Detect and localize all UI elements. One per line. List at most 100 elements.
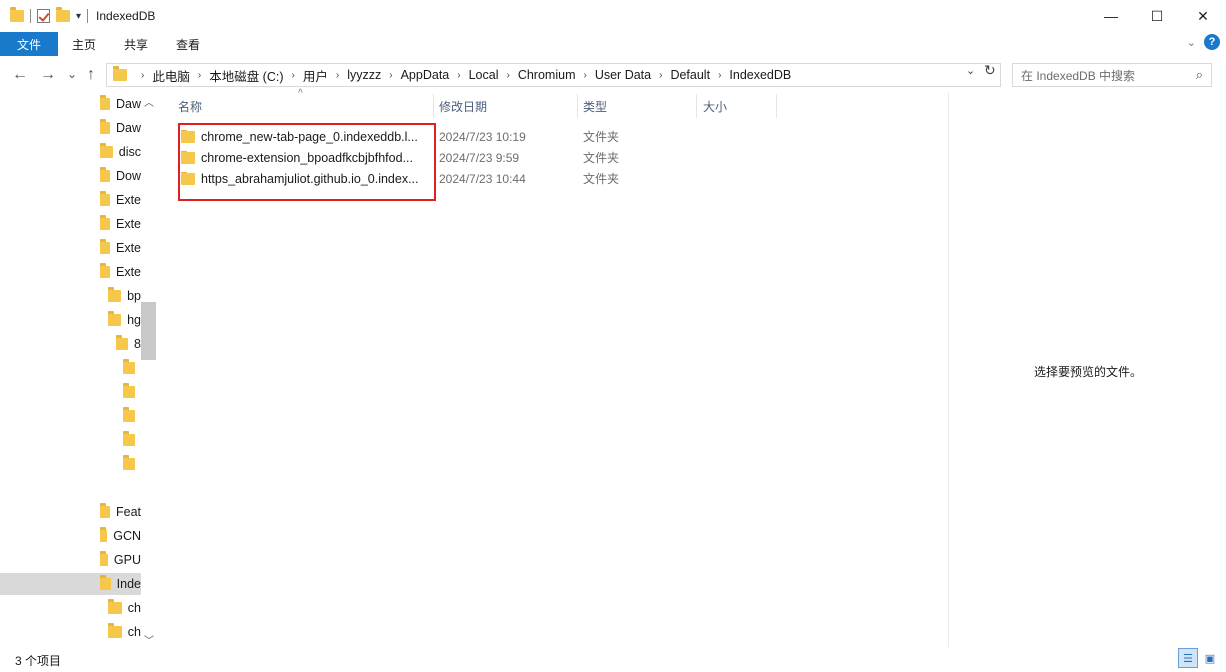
forward-button[interactable]: → bbox=[40, 66, 56, 84]
breadcrumb-item[interactable]: › IndexedDB bbox=[710, 68, 791, 82]
folder-icon bbox=[123, 359, 135, 374]
sidebar-item[interactable] bbox=[123, 405, 141, 427]
close-button[interactable]: ✕ bbox=[1180, 0, 1226, 32]
folder-icon bbox=[100, 215, 110, 230]
sidebar-item[interactable]: GPU bbox=[100, 549, 141, 571]
divider[interactable] bbox=[577, 94, 578, 118]
navigation-scrollbar[interactable]: ︿ ﹀ bbox=[141, 92, 156, 647]
sidebar-item[interactable]: disc bbox=[100, 141, 141, 163]
search-input[interactable]: 在 IndexedDB 中搜索 ⌕ bbox=[1012, 63, 1212, 87]
status-item-count: 3 个项目 bbox=[15, 654, 62, 668]
breadcrumb: › 此电脑 › 本地磁盘 (C:) › 用户 › lyyzzz › AppData › Lo… bbox=[133, 66, 791, 85]
folder-icon bbox=[100, 239, 110, 254]
minimize-button[interactable]: — bbox=[1088, 0, 1134, 32]
divider bbox=[30, 9, 31, 23]
search-placeholder: 在 IndexedDB 中搜索 bbox=[1021, 68, 1136, 83]
breadcrumb-item[interactable]: › AppData bbox=[381, 68, 449, 82]
tab-file[interactable]: 文件 bbox=[0, 32, 58, 56]
folder-icon bbox=[123, 431, 135, 446]
divider[interactable] bbox=[696, 94, 697, 118]
scroll-down-icon[interactable]: ﹀ bbox=[144, 632, 154, 647]
breadcrumb-item[interactable]: › Chromium bbox=[498, 68, 575, 82]
folder-icon bbox=[100, 263, 110, 278]
breadcrumb-item[interactable]: › lyyzzz bbox=[328, 68, 381, 82]
customize-toolbar-icon[interactable]: ▾ bbox=[76, 11, 81, 22]
maximize-button[interactable]: ☐ bbox=[1134, 0, 1180, 32]
title-bar: ▾ IndexedDB — ☐ ✕ bbox=[0, 0, 1226, 32]
breadcrumb-item[interactable]: › 本地磁盘 (C:) bbox=[190, 66, 284, 85]
back-button[interactable]: ← bbox=[12, 66, 28, 84]
sidebar-item[interactable] bbox=[123, 453, 141, 475]
details-view-icon[interactable]: ☰ bbox=[1178, 648, 1198, 668]
refresh-icon[interactable]: ↻ bbox=[984, 62, 996, 79]
divider[interactable] bbox=[948, 92, 949, 647]
file-modified: 2024/7/23 10:19 bbox=[439, 129, 526, 144]
column-header-type[interactable]: 类型 bbox=[583, 94, 607, 118]
new-folder-icon[interactable] bbox=[56, 7, 70, 22]
sidebar-item[interactable] bbox=[123, 357, 141, 379]
help-icon[interactable]: ? bbox=[1204, 34, 1220, 50]
breadcrumb-item[interactable]: › User Data bbox=[575, 68, 651, 82]
sidebar-item[interactable]: Exte bbox=[100, 213, 141, 235]
search-icon[interactable]: ⌕ bbox=[1196, 67, 1203, 83]
column-header-name[interactable]: 名称 bbox=[178, 94, 202, 118]
window-controls: — ☐ ✕ bbox=[1088, 0, 1226, 32]
sidebar-item[interactable]: ch bbox=[108, 597, 141, 619]
sidebar-item[interactable]: 8 bbox=[116, 333, 141, 355]
tab-home[interactable]: 主页 bbox=[58, 32, 110, 56]
sidebar-item[interactable]: bp bbox=[108, 285, 141, 307]
divider[interactable] bbox=[433, 94, 434, 118]
sidebar-item[interactable]: ch bbox=[108, 621, 141, 643]
scroll-up-icon[interactable]: ︿ bbox=[144, 94, 154, 109]
sidebar-item[interactable]: Exte bbox=[100, 237, 141, 259]
expand-ribbon-icon[interactable]: ⌄ bbox=[1187, 36, 1196, 49]
scrollbar-thumb[interactable] bbox=[141, 302, 156, 360]
folder-icon bbox=[108, 287, 122, 302]
divider bbox=[87, 9, 89, 23]
sidebar-item[interactable] bbox=[123, 429, 141, 451]
sidebar-item[interactable]: Exte bbox=[100, 261, 141, 283]
view-switcher: ☰ ▣ bbox=[1178, 648, 1220, 668]
folder-icon bbox=[108, 599, 122, 614]
sidebar-item[interactable]: GCN bbox=[100, 525, 141, 547]
column-header-size[interactable]: 大小 bbox=[703, 94, 727, 118]
breadcrumb-item[interactable]: › Local bbox=[449, 68, 498, 82]
file-modified: 2024/7/23 9:59 bbox=[439, 150, 520, 165]
sidebar-item[interactable]: hg bbox=[108, 309, 141, 331]
divider[interactable] bbox=[776, 94, 777, 118]
sidebar-item[interactable]: Daw bbox=[100, 117, 141, 139]
up-button[interactable]: ↑ bbox=[87, 66, 95, 84]
sidebar-item[interactable]: Exte bbox=[100, 189, 141, 211]
folder-icon bbox=[116, 335, 129, 350]
breadcrumb-item[interactable]: › 用户 bbox=[284, 66, 328, 85]
column-header-modified[interactable]: 修改日期 bbox=[439, 94, 487, 118]
sidebar-item[interactable]: Feat bbox=[100, 501, 141, 523]
sidebar-item[interactable]: Daw bbox=[100, 93, 141, 115]
window-title: IndexedDB bbox=[96, 9, 156, 23]
navigation-pane[interactable]: Daw Daw disc Dow Exte Exte Exte Exte bp … bbox=[0, 92, 157, 647]
folder-icon bbox=[100, 95, 110, 110]
folder-icon bbox=[113, 66, 127, 81]
file-type: 文件夹 bbox=[583, 172, 620, 186]
file-type: 文件夹 bbox=[583, 130, 620, 144]
tab-share[interactable]: 共享 bbox=[110, 32, 162, 56]
address-bar[interactable]: › 此电脑 › 本地磁盘 (C:) › 用户 › lyyzzz › AppData › Lo… bbox=[106, 63, 1001, 87]
folder-icon bbox=[100, 527, 108, 542]
folder-icon bbox=[123, 407, 135, 422]
sort-ascending-icon: ^ bbox=[298, 88, 303, 99]
sidebar-item[interactable]: Dow bbox=[100, 165, 141, 187]
recent-locations-icon[interactable]: ⌄ bbox=[67, 67, 77, 81]
highlight-box bbox=[178, 123, 436, 201]
folder-icon bbox=[10, 7, 24, 22]
address-row: ← → ⌄ ↑ › 此电脑 › 本地磁盘 (C:) › 用户 › lyyzzz › App… bbox=[0, 60, 1226, 90]
large-icons-view-icon[interactable]: ▣ bbox=[1200, 648, 1220, 668]
tab-view[interactable]: 查看 bbox=[162, 32, 214, 56]
folder-icon bbox=[100, 575, 111, 590]
folder-icon bbox=[108, 623, 122, 638]
sidebar-item[interactable] bbox=[123, 381, 141, 403]
breadcrumb-item[interactable]: › 此电脑 bbox=[133, 66, 190, 85]
properties-icon[interactable] bbox=[37, 9, 50, 23]
breadcrumb-item[interactable]: › Default bbox=[651, 68, 710, 82]
sidebar-item-indexeddb[interactable]: Inde bbox=[0, 573, 141, 595]
address-history-dropdown-icon[interactable]: ⌄ bbox=[966, 64, 975, 77]
